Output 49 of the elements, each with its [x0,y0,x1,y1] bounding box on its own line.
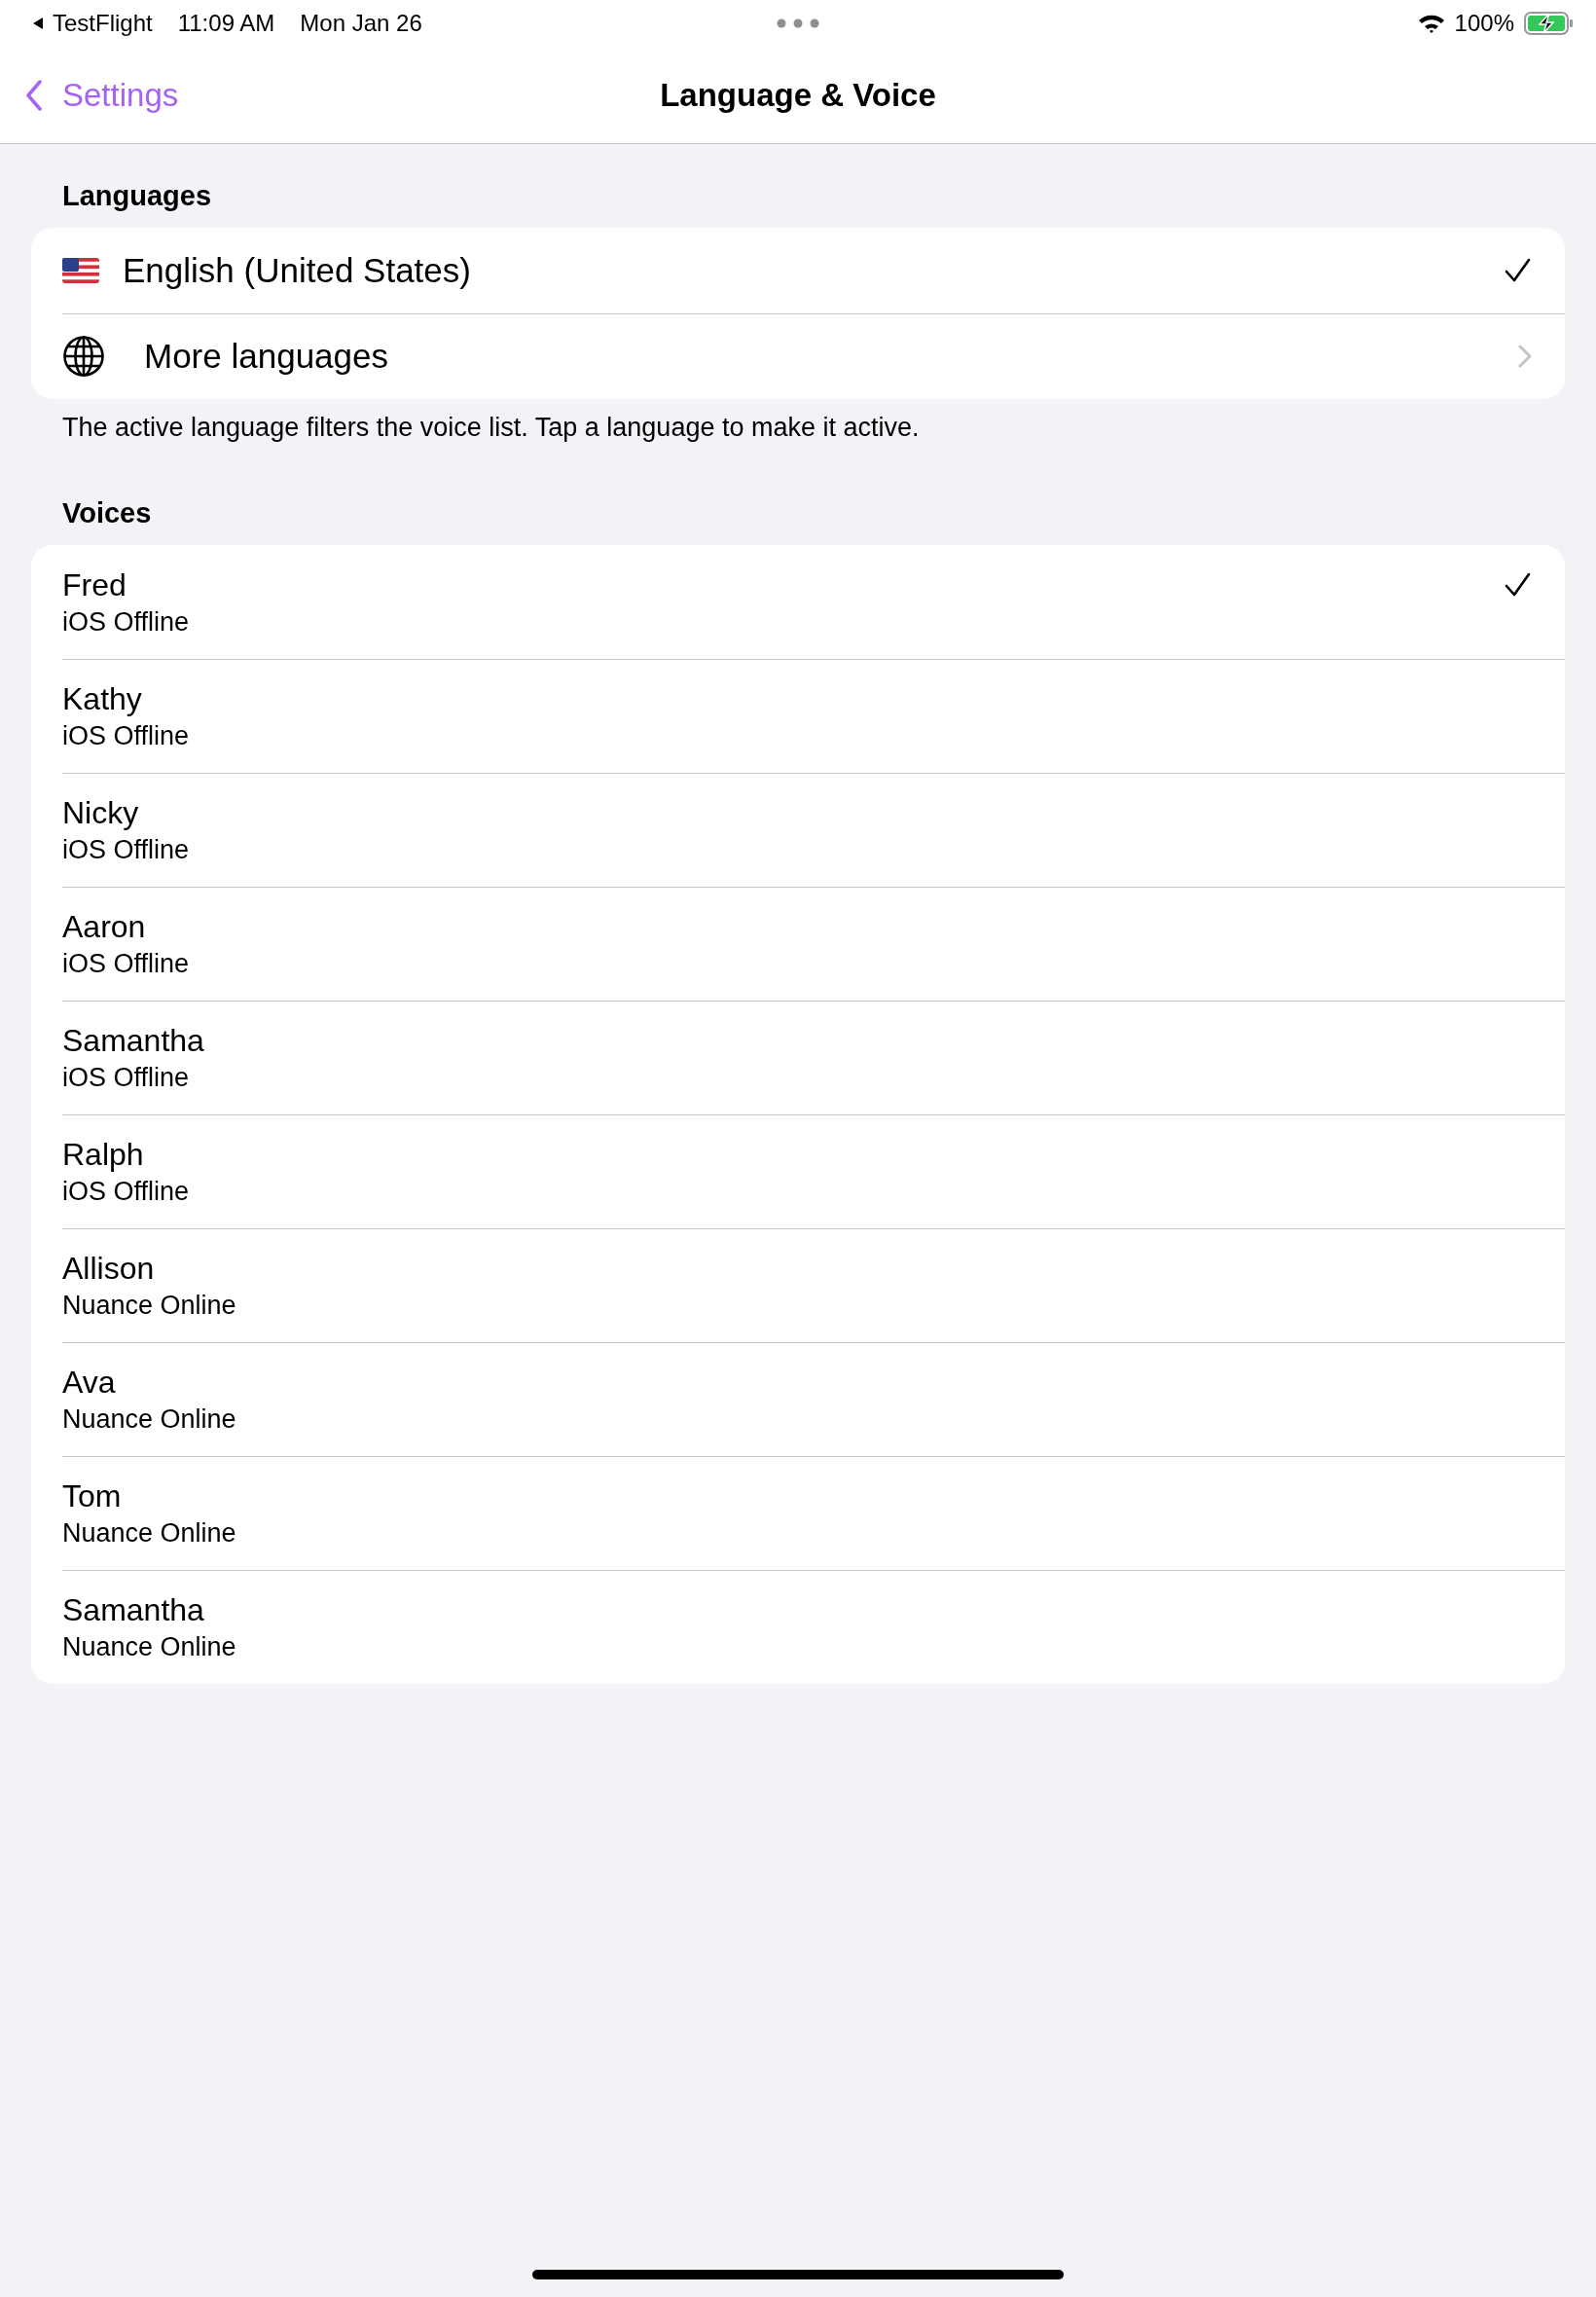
back-app-label[interactable]: TestFlight [53,10,153,37]
chevron-left-icon [25,79,43,111]
status-time: 11:09 AM [177,10,275,37]
voice-row[interactable]: Nicky iOS Offline [31,773,1565,887]
voice-row[interactable]: Samantha Nuance Online [31,1570,1565,1684]
voice-name: Aaron [62,908,146,945]
voice-name: Fred [62,566,127,603]
voice-name: Ava [62,1364,116,1401]
section-header: Languages [61,179,212,213]
voice-engine: Nuance Online [62,1631,236,1662]
battery-percent: 100% [1454,10,1514,37]
voice-engine: iOS Offline [62,834,190,865]
voice-engine: iOS Offline [62,1176,190,1207]
voice-row[interactable]: Aaron iOS Offline [31,887,1565,1001]
section-header: Voices [61,496,152,530]
voice-row[interactable]: Allison Nuance Online [31,1228,1565,1342]
flag-icon [62,258,99,283]
voice-row[interactable]: Samantha iOS Offline [31,1001,1565,1114]
voice-engine: Nuance Online [62,1290,236,1321]
voice-engine: iOS Offline [62,720,190,751]
voice-row[interactable]: Kathy iOS Offline [31,659,1565,773]
voice-name: Samantha [62,1022,204,1059]
wifi-icon [1417,14,1445,33]
voice-engine: iOS Offline [62,1062,190,1093]
status-date: Mon Jan 26 [300,10,422,37]
voice-engine: Nuance Online [62,1404,236,1435]
voice-name: Nicky [62,794,139,831]
voice-name: Ralph [62,1136,144,1173]
home-indicator[interactable] [532,2270,1064,2279]
section-footnote: The active language filters the voice list. Tap a language to make it active. [61,412,920,444]
back-triangle-icon [31,17,45,30]
multitasking-dots-icon [777,18,819,28]
voice-row[interactable]: Ava Nuance Online [31,1342,1565,1456]
voice-row[interactable]: Fred iOS Offline [31,545,1565,659]
voice-name: Allison [62,1250,155,1287]
voice-name: Tom [62,1477,122,1514]
language-row[interactable]: English (United States) [31,228,1565,313]
voice-engine: Nuance Online [62,1517,236,1549]
voice-engine: iOS Offline [62,606,190,638]
language-row[interactable]: More languages [31,313,1565,399]
voice-engine: iOS Offline [62,948,190,979]
voice-name: Samantha [62,1591,204,1628]
chevron-right-icon [1518,345,1532,368]
screen-title: Language & Voice [660,76,936,114]
voice-name: Kathy [62,680,142,717]
back-button[interactable]: Settings [25,76,179,114]
globe-icon [62,335,105,378]
voice-row[interactable]: Tom Nuance Online [31,1456,1565,1570]
voice-row[interactable]: Ralph iOS Offline [31,1114,1565,1228]
